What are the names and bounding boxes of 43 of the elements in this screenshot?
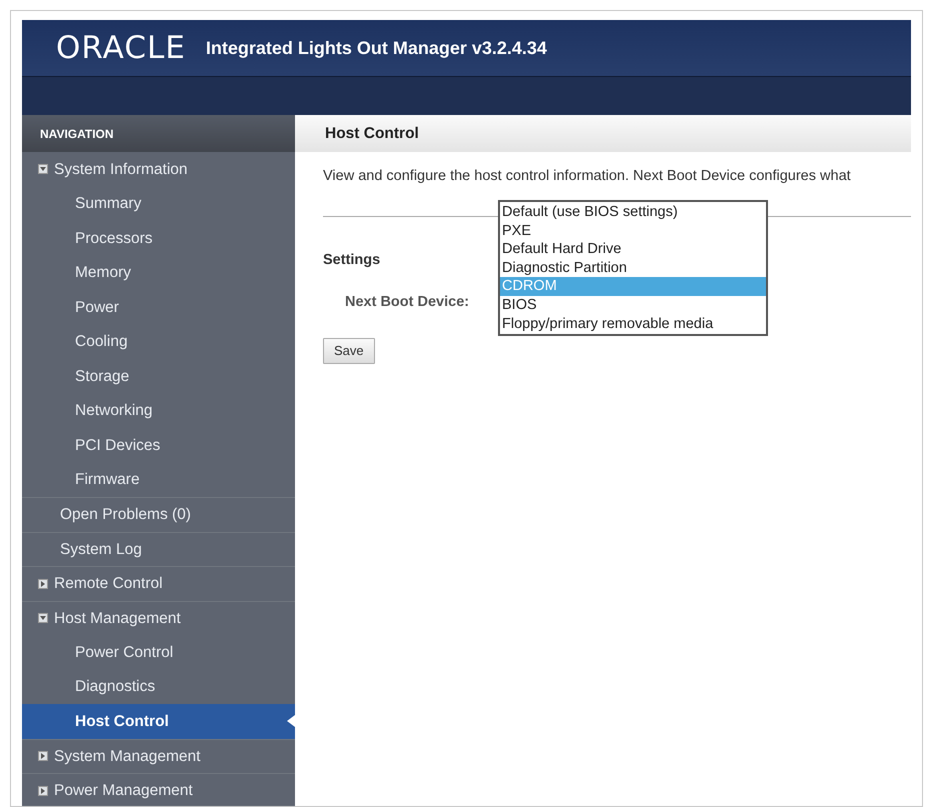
item-label: Power Management [54,781,193,802]
item-label: System Management [54,746,200,767]
sidebar-item[interactable]: System Management [22,738,295,773]
field-label: Next Boot Device: [345,292,470,312]
listbox-option[interactable]: CDROM [500,277,766,296]
sidebar-item[interactable]: Networking [22,394,295,428]
sidebar-item[interactable]: PCI Devices [22,428,295,462]
sidebar-item[interactable]: System Information [22,152,295,186]
collapse-icon[interactable] [38,164,48,174]
app-title: Integrated Lights Out Manager v3.2.4.34 [206,36,547,60]
listbox-option[interactable]: Default (use BIOS settings) [500,203,766,222]
collapse-icon[interactable] [38,613,48,624]
expand-icon[interactable] [38,578,48,589]
save-button[interactable]: Save [323,338,375,364]
sidebar-item[interactable]: Storage [22,359,295,394]
sidebar-item[interactable]: Host Control [22,704,295,738]
sidebar-item[interactable]: Memory [22,256,295,290]
sidebar-item[interactable]: Summary [22,186,295,221]
expand-icon[interactable] [38,751,48,762]
sidebar-item[interactable]: Power [22,290,295,324]
logo: ORACLE [56,28,186,68]
listbox-option[interactable]: Floppy/primary removable media [500,314,766,334]
sidebar-item[interactable]: Processors [22,221,295,256]
item-label: System Information [54,160,188,180]
sidebar-item[interactable]: Power Management [22,773,295,806]
item-label: Remote Control [54,574,163,594]
listbox-option[interactable]: Diagnostic Partition [500,258,766,278]
description-text: View and configure the host control information. Next Boot Device configures what [323,167,852,186]
sidebar-item[interactable]: Power Control [22,635,295,670]
section-heading: Settings [323,250,380,270]
sidebar-item[interactable]: Cooling [22,324,295,359]
listbox-option[interactable]: Default Hard Drive [500,240,766,259]
sidebar-item[interactable]: Remote Control [22,566,295,600]
sidebar-item[interactable]: Diagnostics [22,670,295,704]
navigation-heading: NAVIGATION [22,115,295,152]
item-label: Host Management [54,608,181,629]
listbox-option[interactable]: BIOS [500,296,766,315]
page-title: Host Control [295,115,911,152]
boot-device-listbox[interactable]: Default (use BIOS settings) PXE Default Hard Drive Diagnostic Partition CDROM BIOS Floppy/primary removable media [498,200,768,336]
sidebar-item[interactable]: Host Management [22,600,295,635]
sidebar-item[interactable]: Firmware [22,462,295,497]
expand-icon[interactable] [38,786,48,796]
listbox-option[interactable]: PXE [500,222,766,240]
